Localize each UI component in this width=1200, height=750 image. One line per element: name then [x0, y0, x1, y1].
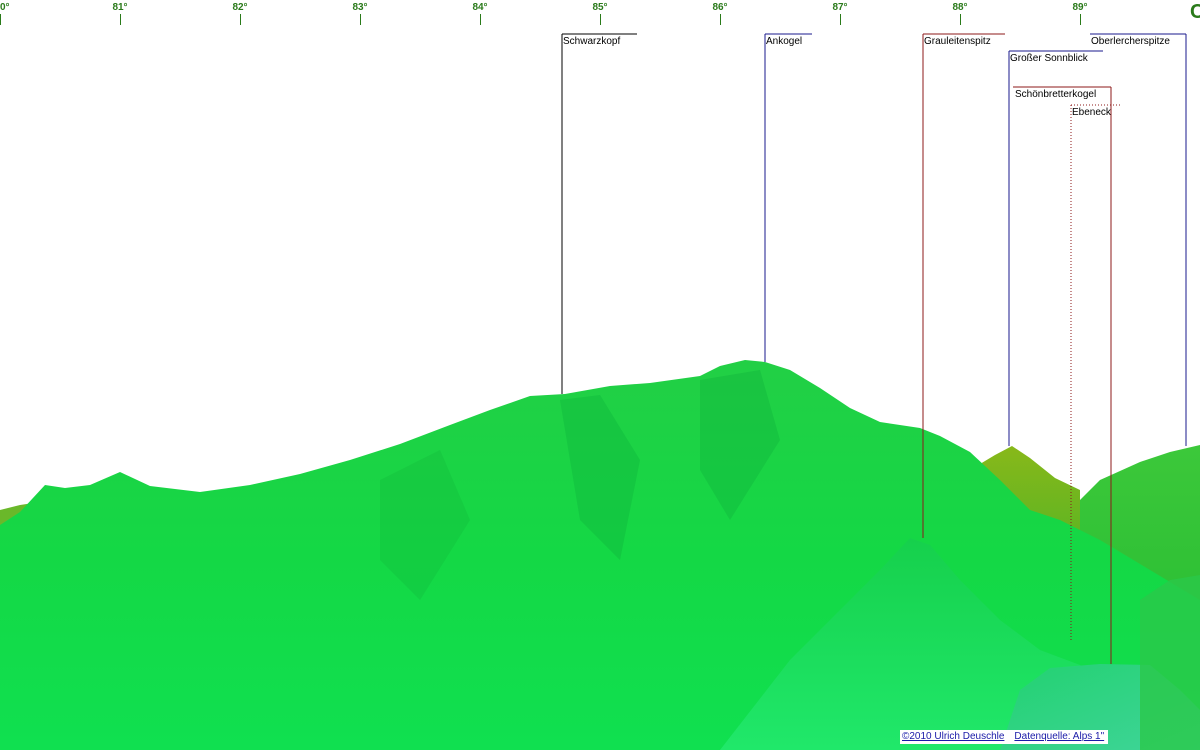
- tick-label: 88°: [952, 2, 968, 13]
- peak-label-schoenbretterkogel[interactable]: Schönbretterkogel: [1013, 88, 1098, 101]
- tick-mark: [120, 14, 121, 25]
- tick-mark: [720, 14, 721, 25]
- panorama-view: [0, 33, 1200, 750]
- tick-label: 83°: [352, 2, 368, 13]
- tick-mark: [840, 14, 841, 25]
- tick-mark: [240, 14, 241, 25]
- peak-label-ankogel[interactable]: Ankogel: [764, 35, 804, 48]
- tick-label: 81°: [112, 2, 128, 13]
- peak-label-sonnblick[interactable]: Großer Sonnblick: [1008, 52, 1090, 65]
- tick-mark: [600, 14, 601, 25]
- tick-label: 89°: [1072, 2, 1088, 13]
- tick-mark: [480, 14, 481, 25]
- peak-label-oberlercherspitze[interactable]: Oberlercherspitze: [1089, 35, 1172, 48]
- peak-label-grauleitenspitz[interactable]: Grauleitenspitz: [922, 35, 993, 48]
- copyright-link[interactable]: ©2010 Ulrich Deuschle: [902, 731, 1004, 742]
- tick-label: 87°: [832, 2, 848, 13]
- tick-label: 84°: [472, 2, 488, 13]
- tick-label: 80°: [0, 2, 10, 13]
- tick-mark: [960, 14, 961, 25]
- corner-glyph: C: [1190, 1, 1200, 23]
- tick-label: 86°: [712, 2, 728, 13]
- tick-mark: [1080, 14, 1081, 25]
- tick-label: 82°: [232, 2, 248, 13]
- tick-mark: [360, 14, 361, 25]
- data-source-link[interactable]: Datenquelle: Alps 1": [1014, 731, 1104, 742]
- peak-label-ebeneck[interactable]: Ebeneck: [1070, 106, 1113, 119]
- tick-mark: [0, 14, 1, 25]
- credits-bar: ©2010 Ulrich Deuschle Datenquelle: Alps 1…: [900, 730, 1109, 744]
- peak-label-schwarzkopf[interactable]: Schwarzkopf: [561, 35, 622, 48]
- ridge-right-fore: [1140, 575, 1200, 750]
- tick-label: 85°: [592, 2, 608, 13]
